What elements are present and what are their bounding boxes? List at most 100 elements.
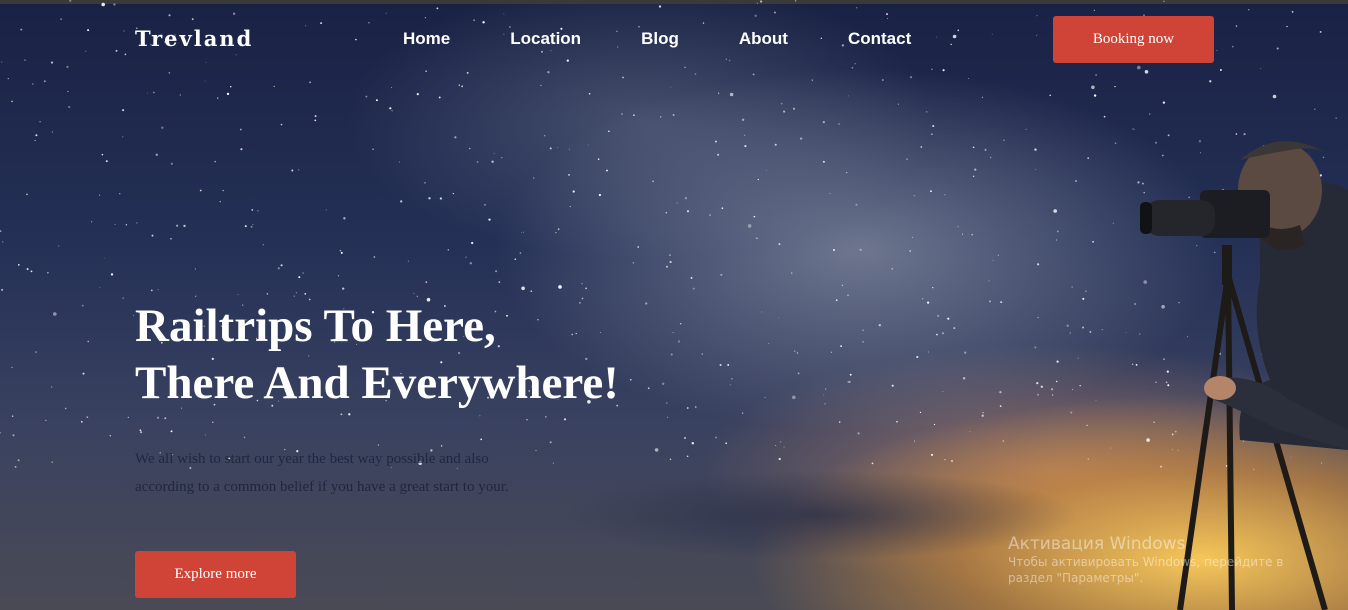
star [476,161,479,163]
star [906,158,908,161]
nav-contact[interactable]: Contact [848,29,911,49]
star [150,289,153,292]
star [339,249,342,252]
headline-line-2: There And Everywhere! [135,357,619,409]
star [862,341,864,343]
star [847,294,849,296]
star [1055,380,1058,383]
star [947,317,950,320]
star [170,237,172,240]
star [250,225,253,228]
star [425,70,427,72]
star [101,153,104,156]
star [280,123,283,126]
star [320,22,323,25]
star [780,441,782,443]
star [103,257,105,259]
star [521,231,523,233]
star [91,221,93,223]
headline-line-1: Railtrips To Here, [135,300,496,352]
star [568,174,570,176]
brand-logo[interactable]: Trevland [135,26,253,51]
star [1163,0,1165,3]
star [909,76,913,79]
booking-now-button[interactable]: Booking now [1053,16,1214,63]
star [1037,317,1039,319]
nav-home[interactable]: Home [403,29,450,49]
star [136,222,138,224]
star [585,287,587,290]
star [838,421,841,423]
star [896,420,898,423]
star [1000,301,1003,304]
star [473,19,475,21]
star [1070,411,1073,414]
star [752,73,755,76]
star [291,169,294,172]
star [471,241,474,245]
star [458,84,460,86]
star [244,225,247,228]
star [535,450,537,452]
star [1003,139,1005,141]
star [1087,157,1090,159]
star [35,351,37,354]
star [214,160,216,163]
star [110,273,114,276]
nav-location[interactable]: Location [510,29,581,49]
star [0,230,2,233]
star [608,130,610,133]
star [824,403,826,405]
nav-about[interactable]: About [739,29,788,49]
star [766,170,767,172]
star [759,0,763,3]
star [101,2,105,7]
star [1209,80,1212,83]
star [26,268,29,271]
star [293,295,296,297]
star [24,59,26,61]
star [796,352,799,354]
star [598,193,602,197]
star [337,275,340,277]
star [621,113,623,115]
star [997,254,999,256]
star [654,448,659,452]
star [691,442,694,445]
star [30,270,33,273]
star [972,175,975,178]
star [194,295,197,298]
star [944,194,946,196]
explore-more-button[interactable]: Explore more [135,551,296,598]
star [400,200,403,203]
star [951,460,953,462]
star [832,248,836,252]
star [729,92,734,97]
star [1082,297,1085,300]
star [479,415,481,417]
star [157,289,159,291]
star [558,285,562,289]
star [191,18,194,21]
star [325,209,327,211]
star [58,245,60,247]
star [822,120,825,124]
star [545,416,547,418]
nav-blog[interactable]: Blog [641,29,679,49]
star [1089,330,1092,333]
star [942,391,944,393]
star [461,85,464,88]
star [119,193,121,195]
star [887,18,889,20]
star [309,81,312,84]
star [780,102,783,105]
star [725,58,727,60]
star [672,113,675,117]
star [840,345,842,347]
star [1286,25,1288,28]
star [848,381,851,383]
star [1049,94,1051,97]
star [82,372,85,375]
star [830,351,833,353]
watermark-subtitle: Чтобы активировать Windows, перейдите в … [1008,555,1284,585]
